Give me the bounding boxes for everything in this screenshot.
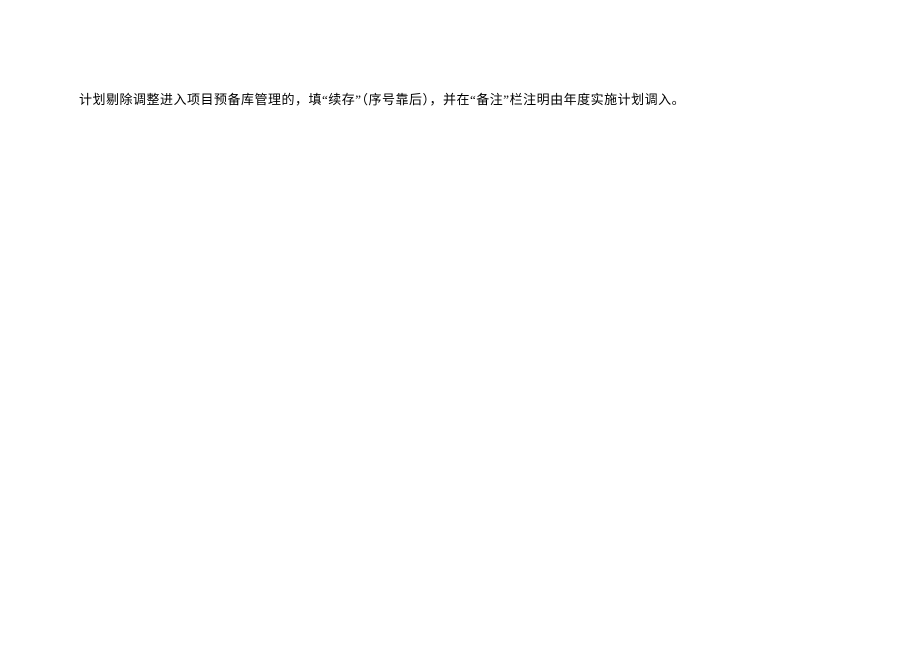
body-paragraph: 计划剔除调整进入项目预备库管理的，填“续存”（序号靠后），并在“备注”栏注明由年…: [79, 90, 841, 111]
document-page: 计划剔除调整进入项目预备库管理的，填“续存”（序号靠后），并在“备注”栏注明由年…: [0, 0, 920, 651]
